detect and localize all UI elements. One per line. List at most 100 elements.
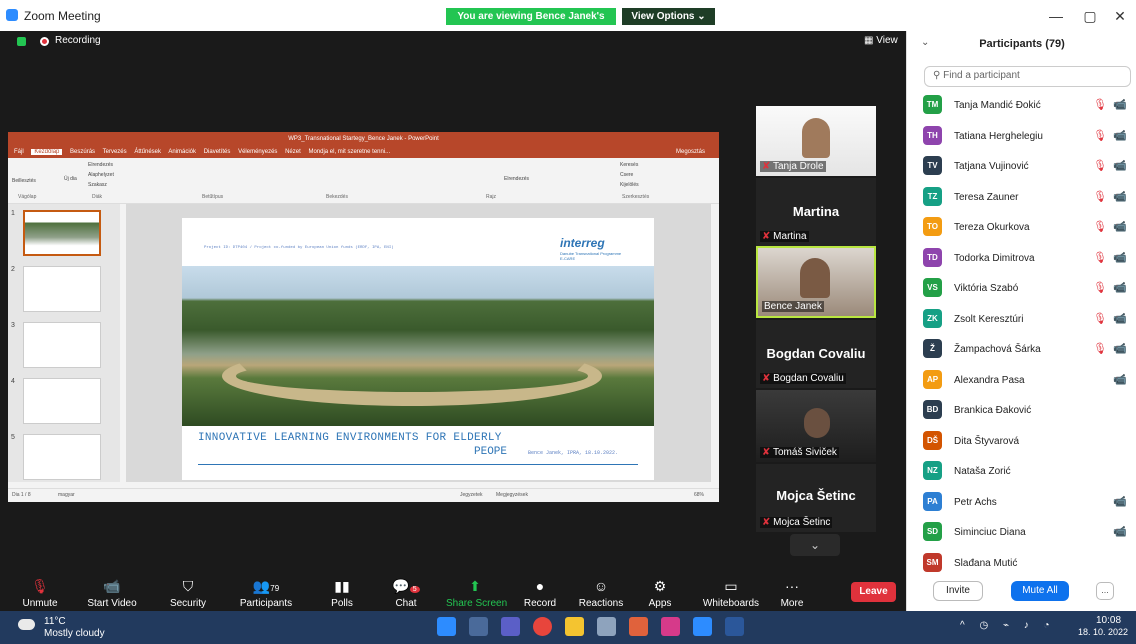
video-off-icon: 📹 — [1113, 251, 1127, 264]
maximize-button[interactable]: ▢ — [1080, 8, 1100, 25]
zoom-level: 68% — [694, 492, 705, 498]
participant-row[interactable]: TO Tereza Okurkova 🎙 📹 — [907, 213, 1136, 243]
participant-name: Zsolt Keresztúri — [954, 313, 1024, 325]
participant-name: Žampachová Šárka — [954, 344, 1041, 355]
teams-icon[interactable] — [501, 617, 520, 636]
video-tile[interactable]: ✘ Tanja Drole — [756, 106, 876, 176]
participant-row[interactable]: TV Tatjana Vujinović 🎙 📹 — [907, 152, 1136, 182]
participant-row[interactable]: TH Tatiana Herghelegiu 🎙 📹 — [907, 122, 1136, 152]
apps-button[interactable]: ⚙ Apps — [642, 576, 678, 611]
record-button[interactable]: ● Record — [520, 576, 560, 611]
security-button[interactable]: ⛉ Security — [166, 576, 210, 611]
scroll-down-chevron-icon[interactable]: ⌄ — [790, 534, 840, 556]
avatar: SM — [923, 552, 942, 572]
polls-label: Polls — [331, 598, 353, 609]
polls-button[interactable]: ▮▮ Polls — [322, 576, 362, 611]
video-tile[interactable]: Martina ✘ Martina — [756, 178, 876, 246]
leave-button[interactable]: Leave — [851, 582, 896, 602]
invite-button[interactable]: Invite — [933, 581, 983, 601]
video-off-icon: 📹 — [1113, 373, 1127, 386]
task-view-icon[interactable] — [469, 617, 488, 636]
chat-button[interactable]: 💬 5 Chat — [386, 576, 426, 611]
calculator-icon[interactable] — [597, 617, 616, 636]
participants-button[interactable]: 👥79 Participants — [238, 576, 294, 611]
file-explorer-icon[interactable] — [565, 617, 584, 636]
participant-row[interactable]: BD Brankica Đaković — [907, 396, 1136, 426]
slide-counter: Dia 1 / 8 — [12, 492, 31, 498]
participant-row[interactable]: AP Alexandra Pasa 📹 — [907, 366, 1136, 396]
reactions-button[interactable]: ☺ Reactions — [576, 576, 626, 611]
mic-muted-icon: ✘ — [762, 161, 773, 172]
tile-name-text: Martina — [773, 231, 807, 242]
participant-row[interactable]: VS Viktória Szabó 🎙 📹 — [907, 274, 1136, 304]
more-button[interactable]: ··· More — [774, 576, 810, 611]
close-button[interactable]: ✕ — [1110, 8, 1130, 25]
tile-big-name: Bogdan Covaliu — [766, 346, 866, 361]
thumb-number: 4 — [11, 378, 15, 385]
participant-row[interactable]: Ž Žampachová Šárka 🎙 📹 — [907, 335, 1136, 365]
more-options-button[interactable]: ... — [1096, 582, 1114, 600]
mic-muted-icon: 🎙 — [1093, 251, 1107, 264]
participant-row[interactable]: DŠ Dita Štyvarová — [907, 427, 1136, 457]
tab-review: Véleményezés — [238, 149, 278, 155]
tile-name: Bence Janek — [762, 301, 824, 312]
apps-label: Apps — [648, 598, 672, 609]
select-label: Kijelölés — [620, 182, 639, 188]
participants-icon: 👥79 — [252, 578, 280, 594]
firefox-icon[interactable] — [629, 617, 648, 636]
word-icon[interactable] — [725, 617, 744, 636]
participant-name: Viktória Szabó — [954, 283, 1019, 294]
slide-thumbnail — [23, 378, 101, 424]
participant-search-input[interactable]: ⚲ Find a participant — [924, 66, 1131, 87]
slide-title: INNOVATIVE LEARNING ENVIRONMENTS FOR ELD… — [198, 432, 502, 444]
avatar: TM — [923, 95, 942, 114]
mic-muted-icon: 🎙 — [1093, 99, 1107, 111]
participant-row[interactable]: NZ Nataša Zorić — [907, 457, 1136, 487]
view-options-button[interactable]: View Options ⌄ — [622, 8, 715, 25]
polls-icon: ▮▮ — [334, 578, 350, 594]
thumb-number: 5 — [11, 434, 15, 441]
participant-row[interactable]: PA Petr Achs 📹 — [907, 488, 1136, 518]
search-placeholder: Find a participant — [943, 70, 1020, 81]
mic-muted-icon: 🎙 — [1093, 312, 1107, 325]
security-shield-icon — [17, 37, 26, 46]
participants-label: Participants — [239, 598, 293, 609]
zoom-taskbar-icon[interactable] — [693, 617, 712, 636]
mic-muted-icon: 🎙 — [1093, 343, 1107, 355]
participant-name: Todorka Dimitrova — [954, 252, 1035, 264]
avatar: DŠ — [923, 430, 942, 450]
whiteboards-button[interactable]: ▭ Whiteboards — [696, 576, 766, 611]
share-screen-button[interactable]: ⬆ Share Screen — [446, 576, 507, 611]
video-tile[interactable]: ✘ Tomáš Siviček — [756, 390, 876, 462]
participant-name: Teresa Zauner — [954, 191, 1019, 203]
video-off-icon: 📹 — [103, 578, 121, 594]
participant-row[interactable]: TM Tanja Mandić Đokić 🎙 📹 — [907, 91, 1136, 121]
participant-row[interactable]: ZK Zsolt Keresztúri 🎙 📹 — [907, 305, 1136, 335]
mic-muted-icon: ✘ — [762, 373, 774, 384]
record-icon: ● — [535, 578, 545, 594]
reactions-icon: ☺ — [593, 578, 609, 594]
system-tray-icons[interactable]: ^ ◷ ⌁ ♪ ◔ — [960, 620, 1056, 631]
video-off-icon: 📹 — [1113, 221, 1127, 233]
minimize-button[interactable]: — — [1046, 8, 1066, 24]
view-button[interactable]: ▦ View — [864, 35, 898, 46]
chrome-icon[interactable] — [533, 617, 552, 636]
participant-row[interactable]: TD Todorka Dimitrova 🎙 📹 — [907, 244, 1136, 274]
start-icon[interactable] — [437, 617, 456, 636]
video-tile[interactable]: Bogdan Covaliu ✘ Bogdan Covaliu — [756, 320, 876, 388]
avatar: TV — [923, 156, 942, 175]
video-off-icon: 📹 — [1113, 190, 1127, 203]
participant-row[interactable]: SM Slađana Mutić — [907, 549, 1136, 579]
mute-all-button[interactable]: Mute All — [1011, 581, 1069, 601]
video-tile-active-speaker[interactable]: Bence Janek — [756, 246, 876, 318]
unmute-button[interactable]: 🎙 Unmute — [18, 576, 62, 611]
participant-row[interactable]: SD Siminciuc Diana 📹 — [907, 518, 1136, 548]
avatar: BD — [923, 400, 942, 419]
app-icon[interactable] — [661, 617, 680, 636]
video-tile[interactable]: Mojca Šetinc ✘ Mojca Šetinc — [756, 464, 876, 532]
participant-name: Dita Štyvarová — [954, 435, 1020, 447]
start-video-button[interactable]: 📹 Start Video — [84, 576, 140, 611]
participant-row[interactable]: TZ Teresa Zauner 🎙 📹 — [907, 183, 1136, 213]
avatar: AP — [923, 369, 942, 389]
avatar: Ž — [923, 339, 942, 358]
